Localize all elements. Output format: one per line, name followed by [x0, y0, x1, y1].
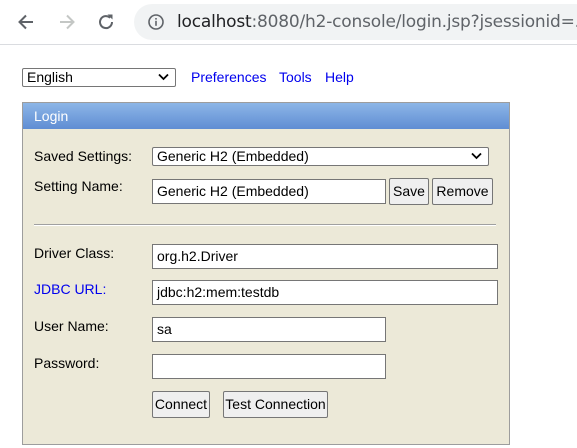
- password-label: Password:: [34, 355, 100, 371]
- url-host: localhost: [177, 12, 252, 32]
- tools-link[interactable]: Tools: [279, 69, 312, 85]
- address-bar[interactable]: localhost:8080/h2-console/login.jsp?jses…: [134, 4, 577, 40]
- browser-toolbar: localhost:8080/h2-console/login.jsp?jses…: [0, 0, 577, 45]
- remove-button[interactable]: Remove: [432, 178, 493, 205]
- url-text: localhost:8080/h2-console/login.jsp?jses…: [177, 12, 577, 32]
- back-button[interactable]: [11, 7, 41, 37]
- save-button[interactable]: Save: [389, 178, 429, 205]
- chevron-down-icon: [158, 73, 169, 81]
- jdbc-url-link[interactable]: JDBC URL:: [34, 281, 106, 297]
- saved-settings-value: Generic H2 (Embedded): [157, 148, 309, 164]
- test-connection-button[interactable]: Test Connection: [223, 391, 328, 418]
- setting-name-input[interactable]: Generic H2 (Embedded): [152, 179, 386, 204]
- help-link[interactable]: Help: [325, 69, 354, 85]
- arrow-right-icon: [60, 14, 75, 30]
- forward-button[interactable]: [52, 7, 82, 37]
- url-path: :8080/h2-console/login.jsp?jsessionid=..…: [251, 12, 577, 32]
- chevron-down-icon: [471, 152, 482, 160]
- jdbc-url-input[interactable]: jdbc:h2:mem:testdb: [152, 280, 498, 305]
- reload-button[interactable]: [91, 7, 121, 37]
- password-input[interactable]: [152, 354, 386, 379]
- arrow-left-icon: [18, 14, 33, 30]
- language-select-value: English: [27, 69, 73, 85]
- info-icon[interactable]: [148, 14, 164, 30]
- preferences-link[interactable]: Preferences: [191, 69, 266, 85]
- login-panel-header: Login: [23, 103, 509, 129]
- saved-settings-label: Saved Settings:: [34, 148, 133, 164]
- user-name-label: User Name:: [34, 318, 109, 334]
- language-select[interactable]: English: [22, 68, 176, 87]
- login-panel: Login Saved Settings: Generic H2 (Embedd…: [22, 102, 510, 445]
- saved-settings-select[interactable]: Generic H2 (Embedded): [152, 147, 489, 166]
- divider: [34, 224, 496, 226]
- driver-class-input[interactable]: org.h2.Driver: [152, 244, 498, 269]
- driver-class-label: Driver Class:: [34, 245, 115, 261]
- reload-icon: [99, 14, 114, 30]
- setting-name-label: Setting Name:: [34, 178, 123, 194]
- user-name-input[interactable]: sa: [152, 317, 386, 342]
- connect-button[interactable]: Connect: [152, 391, 210, 418]
